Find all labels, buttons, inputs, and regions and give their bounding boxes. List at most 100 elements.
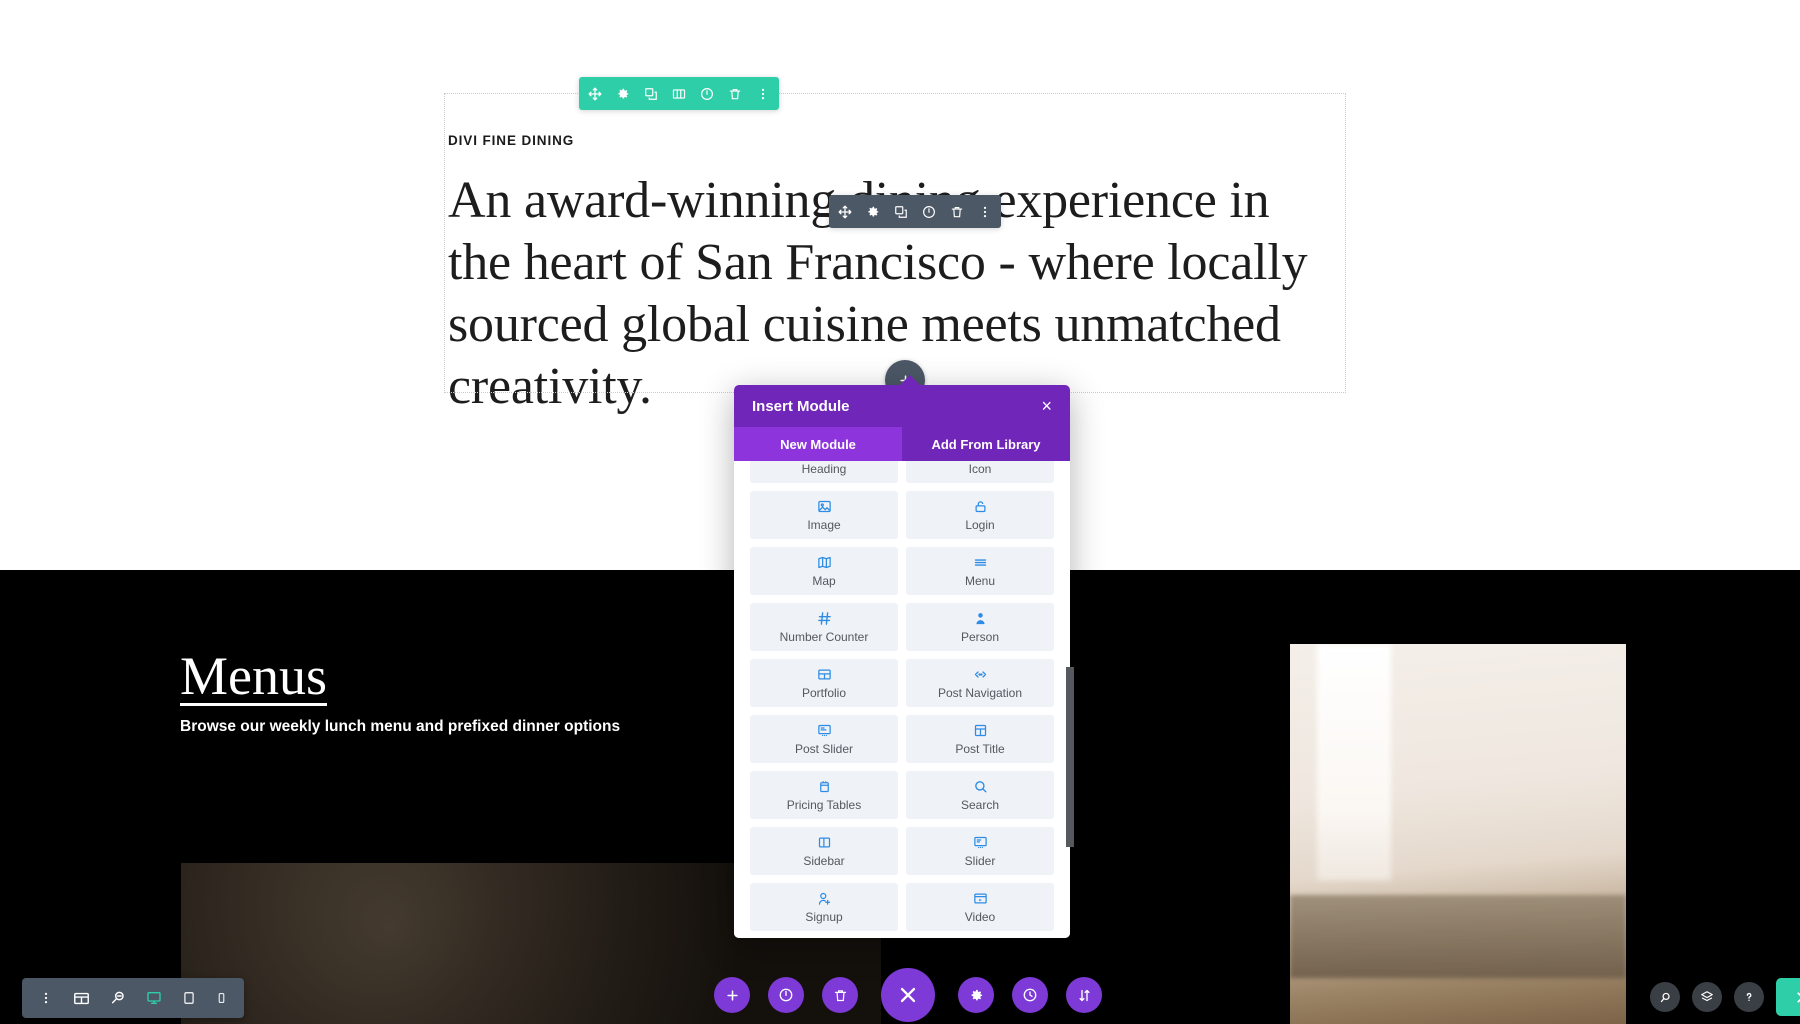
modal-scrollbar-track[interactable] [1063, 385, 1075, 938]
zoom-out-icon[interactable] [110, 990, 126, 1006]
module-label: Post Navigation [937, 685, 1023, 700]
post-title-icon [973, 723, 988, 739]
page-settings-button[interactable] [958, 977, 994, 1013]
modal-title: Insert Module [752, 397, 850, 415]
module-label: Map [812, 573, 836, 588]
module-card-signup[interactable]: Signup [750, 883, 898, 931]
exit-builder-button[interactable] [1776, 978, 1800, 1016]
duplicate-icon[interactable] [644, 87, 658, 101]
layers-icon[interactable] [1692, 982, 1722, 1012]
map-icon [817, 555, 832, 571]
move-icon[interactable] [588, 87, 602, 101]
module-card-post-title[interactable]: Post Title [906, 715, 1054, 763]
image-icon [817, 499, 832, 515]
pricing-tables-icon [817, 779, 832, 795]
video-icon [973, 891, 988, 907]
module-card-login[interactable]: Login [906, 491, 1054, 539]
power-icon[interactable] [922, 205, 936, 219]
hash-icon [817, 611, 832, 627]
power-icon[interactable] [700, 87, 714, 101]
module-label: Number Counter [779, 629, 869, 644]
dining-table-photo [1290, 644, 1626, 1024]
module-card-search[interactable]: Search [906, 771, 1054, 819]
delete-button[interactable] [822, 977, 858, 1013]
post-slider-icon [817, 723, 832, 739]
insert-module-modal: Insert Module × New Module Add From Libr… [734, 385, 1070, 938]
duplicate-icon[interactable] [894, 205, 908, 219]
module-label: Video [964, 909, 996, 924]
gear-icon[interactable] [866, 205, 880, 219]
module-label: Portfolio [801, 685, 847, 700]
person-add-icon [817, 891, 832, 907]
search-icon [973, 779, 988, 795]
module-label: Image [807, 517, 841, 532]
kebab-icon[interactable] [978, 205, 992, 219]
phone-icon[interactable] [216, 990, 227, 1006]
tab-add-from-library[interactable]: Add From Library [902, 427, 1070, 461]
module-card-heading[interactable]: Heading [750, 461, 898, 483]
view-mode-bar [22, 978, 244, 1018]
modal-tabs: New Module Add From Library [734, 427, 1070, 461]
editing-history-button[interactable] [1012, 977, 1048, 1013]
close-builder-menu-button[interactable] [881, 968, 935, 1022]
builder-action-bar [714, 968, 1102, 1022]
module-card-sidebar[interactable]: Sidebar [750, 827, 898, 875]
slider-icon [973, 835, 988, 851]
module-card-person[interactable]: Person [906, 603, 1054, 651]
search-icon[interactable] [1650, 982, 1680, 1012]
module-label: Post Title [955, 741, 1005, 756]
module-card-portfolio[interactable]: Portfolio [750, 659, 898, 707]
module-card-icon[interactable]: Icon [906, 461, 1054, 483]
modal-caret [896, 375, 924, 389]
code-arrows-icon [973, 667, 988, 683]
module-card-map[interactable]: Map [750, 547, 898, 595]
module-card-post-navigation[interactable]: Post Navigation [906, 659, 1054, 707]
grid-icon [817, 667, 832, 683]
module-label: Slider [964, 853, 996, 868]
modal-scrollbar-thumb[interactable] [1066, 667, 1074, 847]
modal-header: Insert Module × [734, 385, 1070, 427]
module-card-post-slider[interactable]: Post Slider [750, 715, 898, 763]
desktop-icon[interactable] [146, 990, 162, 1006]
visual-builder-canvas: DIVI FINE DINING An award-winning dining… [0, 0, 1800, 1024]
lock-icon [973, 499, 988, 515]
kebab-icon[interactable] [39, 991, 53, 1005]
module-label: Pricing Tables [786, 797, 862, 812]
module-toolbar[interactable] [829, 195, 1001, 228]
row-toolbar[interactable] [579, 77, 779, 110]
module-card-pricing-tables[interactable]: Pricing Tables [750, 771, 898, 819]
module-label: Menu [964, 573, 996, 588]
gear-icon[interactable] [616, 87, 630, 101]
trash-icon[interactable] [950, 205, 964, 219]
module-label: Login [965, 517, 995, 532]
tab-new-module[interactable]: New Module [734, 427, 902, 461]
module-label: Sidebar [803, 853, 845, 868]
portability-button[interactable] [1066, 977, 1102, 1013]
module-label: Icon [968, 461, 992, 476]
module-card-number-counter[interactable]: Number Counter [750, 603, 898, 651]
module-card-image[interactable]: Image [750, 491, 898, 539]
module-label: Search [960, 797, 1000, 812]
menus-title: Menus [180, 646, 327, 706]
help-icon[interactable] [1734, 982, 1764, 1012]
tablet-icon[interactable] [182, 990, 196, 1006]
module-card-menu[interactable]: Menu [906, 547, 1054, 595]
close-icon[interactable]: × [1037, 395, 1056, 417]
menu-lines-icon [973, 555, 988, 571]
move-icon[interactable] [838, 205, 852, 219]
kebab-icon[interactable] [756, 87, 770, 101]
module-list: Heading Icon Image Login Map Menu Number… [734, 461, 1070, 938]
module-card-video[interactable]: Video [906, 883, 1054, 931]
hero-eyebrow: DIVI FINE DINING [448, 133, 575, 148]
module-label: Signup [805, 909, 843, 924]
disable-button[interactable] [768, 977, 804, 1013]
module-label: Person [960, 629, 1000, 644]
module-card-slider[interactable]: Slider [906, 827, 1054, 875]
person-icon [973, 611, 988, 627]
columns-icon[interactable] [672, 87, 686, 101]
module-label: Heading [801, 461, 847, 476]
add-section-button[interactable] [714, 977, 750, 1013]
sidebar-icon [817, 835, 832, 851]
trash-icon[interactable] [728, 87, 742, 101]
wireframe-icon[interactable] [73, 990, 90, 1007]
